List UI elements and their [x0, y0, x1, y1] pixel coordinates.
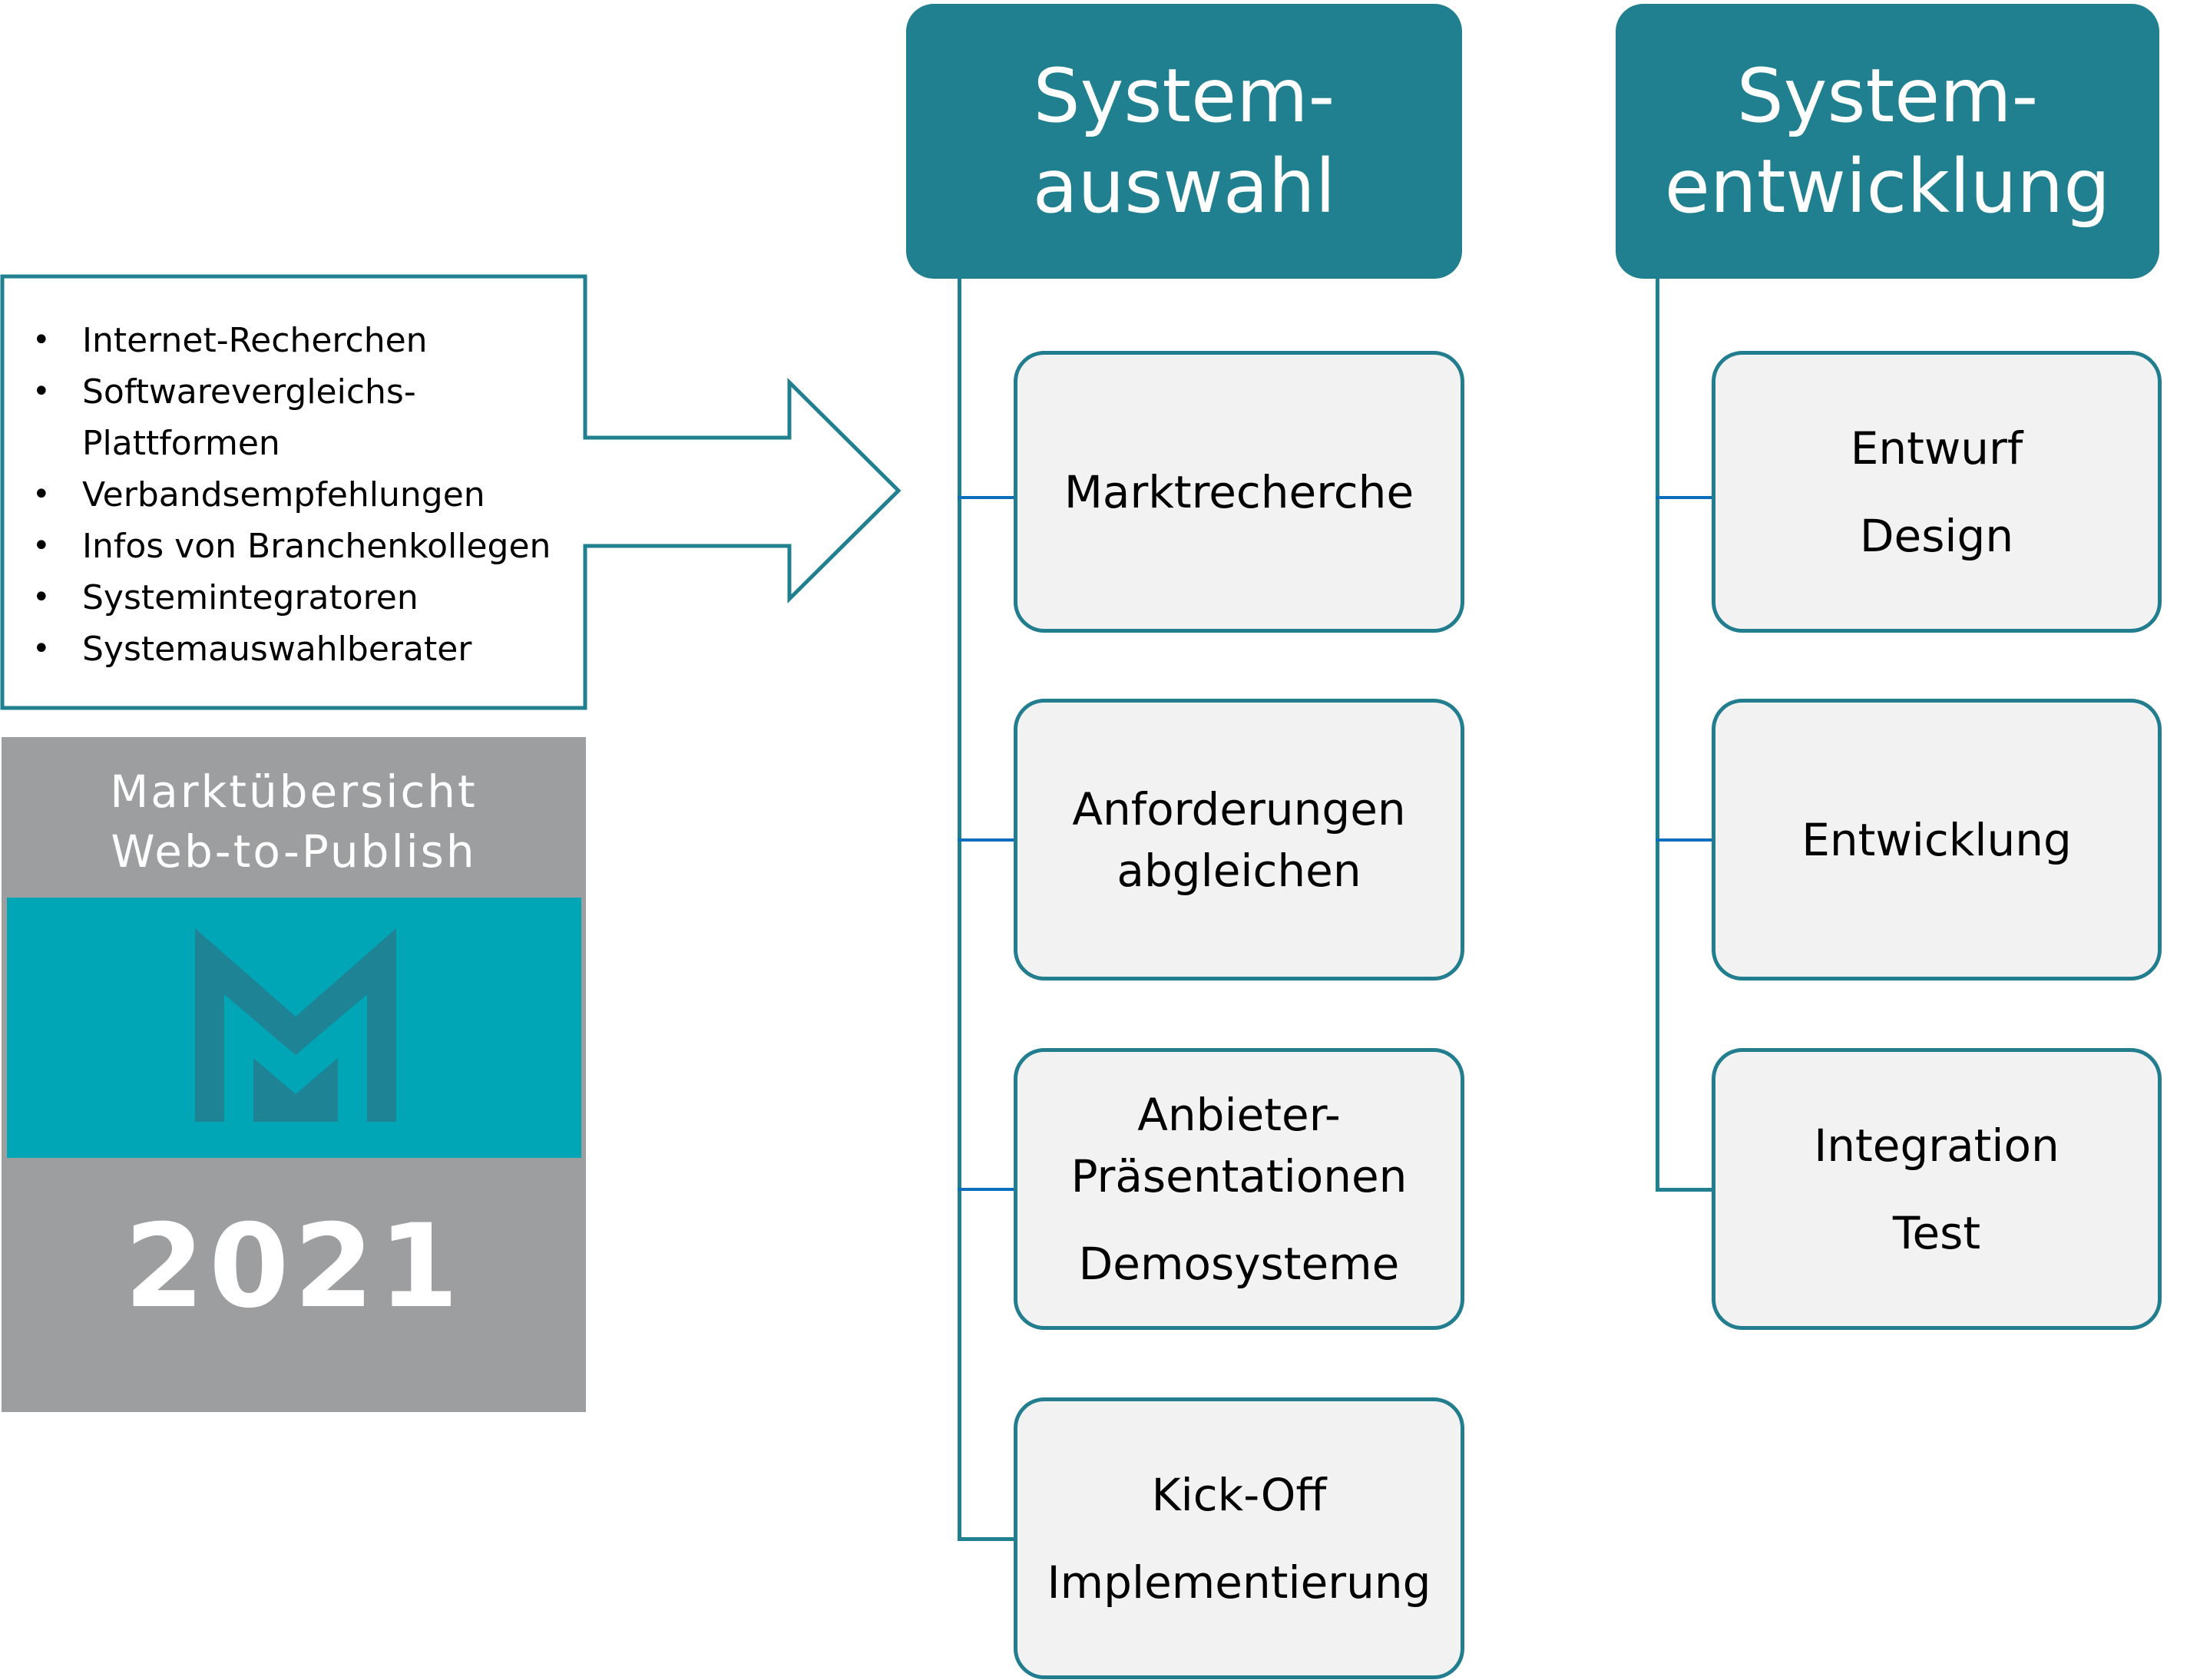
- node-anbieter-praesentationen: Anbieter- Präsentationen Demosysteme: [1014, 1048, 1464, 1330]
- badge-title-line: Web-to-Publish: [111, 825, 477, 878]
- header-systemauswahl: System- auswahl: [906, 4, 1462, 279]
- market-overview-badge: Marktübersicht Web-to-Publish 2021: [2, 737, 586, 1412]
- sources-list: • Internet-Recherchen • Softwarevergleichs-…: [32, 315, 551, 675]
- header-systementwicklung: System- entwicklung: [1616, 4, 2159, 279]
- header-line: entwicklung: [1664, 144, 2111, 230]
- node-integration-test: Integration Test: [1712, 1048, 2162, 1330]
- header-line: auswahl: [1032, 144, 1336, 230]
- node-label: Implementierung: [1047, 1556, 1431, 1609]
- node-entwurf-design: Entwurf Design: [1712, 351, 2162, 633]
- node-label: Entwicklung: [1801, 813, 2072, 866]
- source-list-item: • Verbandsempfehlungen: [32, 469, 551, 521]
- source-item-text: Infos von Branchenkollegen: [82, 527, 551, 566]
- node-label: abgleichen: [1117, 844, 1361, 897]
- node-label: Anforderungen: [1072, 782, 1406, 835]
- connector-trunk-systemauswahl: [958, 279, 961, 1541]
- node-kick-off: Kick-Off Implementierung: [1014, 1397, 1464, 1679]
- header-line: System-: [1033, 53, 1335, 139]
- badge-year: 2021: [124, 1200, 464, 1334]
- connector-stub: [958, 1537, 1015, 1541]
- badge-title: Marktübersicht Web-to-Publish: [2, 762, 586, 881]
- source-list-item: • Infos von Branchenkollegen: [32, 521, 551, 572]
- node-label: Marktrecherche: [1064, 465, 1414, 518]
- connector-trunk-systementwicklung: [1656, 279, 1659, 1192]
- node-entwicklung: Entwicklung: [1712, 699, 2162, 981]
- m-logo-inner: [253, 1058, 338, 1122]
- bullet-icon: •: [32, 528, 51, 564]
- node-label: Demosysteme: [1078, 1237, 1400, 1290]
- connector-stub: [1656, 1188, 1713, 1192]
- node-label: Design: [1859, 509, 2014, 562]
- node-label: Kick-Off: [1151, 1468, 1327, 1521]
- connector-stub: [1656, 496, 1713, 499]
- header-line: System-: [1736, 53, 2039, 139]
- source-list-item: • Systemintegratoren: [32, 572, 551, 623]
- node-marktrecherche: Marktrecherche: [1014, 351, 1464, 633]
- bullet-icon: •: [32, 580, 51, 615]
- node-label: Anbieter-: [1137, 1088, 1341, 1141]
- node-label: Integration: [1814, 1119, 2059, 1172]
- bullet-icon: •: [32, 374, 51, 409]
- m-logo-icon: [195, 928, 396, 1122]
- source-list-item: • Softwarevergleichs- Plattformen: [32, 366, 551, 469]
- badge-title-line: Marktübersicht: [110, 766, 478, 818]
- connector-stub: [958, 496, 1015, 499]
- connector-stub: [1656, 838, 1713, 842]
- source-list-item: • Systemauswahlberater: [32, 623, 551, 675]
- node-anforderungen-abgleichen: Anforderungen abgleichen: [1014, 699, 1464, 981]
- connector-stub: [958, 1188, 1015, 1191]
- node-label: Präsentationen: [1070, 1149, 1408, 1202]
- source-item-text: Internet-Recherchen: [82, 321, 428, 360]
- bullet-icon: •: [32, 631, 51, 666]
- source-item-text: Softwarevergleichs-: [82, 372, 416, 412]
- source-item-text: Systemauswahlberater: [82, 630, 472, 669]
- badge-logo-band: [7, 898, 581, 1158]
- source-list-item: • Internet-Recherchen: [32, 315, 551, 366]
- m-logo-outer: [195, 928, 396, 1122]
- source-item-text: Verbandsempfehlungen: [82, 475, 485, 514]
- bullet-icon: •: [32, 477, 51, 512]
- node-label: Test: [1892, 1206, 1981, 1259]
- bullet-icon: •: [32, 322, 51, 358]
- node-label: Entwurf: [1850, 422, 2023, 475]
- source-item-text: Systemintegratoren: [82, 578, 419, 617]
- source-item-text: Plattformen: [82, 424, 280, 463]
- connector-stub: [958, 838, 1015, 842]
